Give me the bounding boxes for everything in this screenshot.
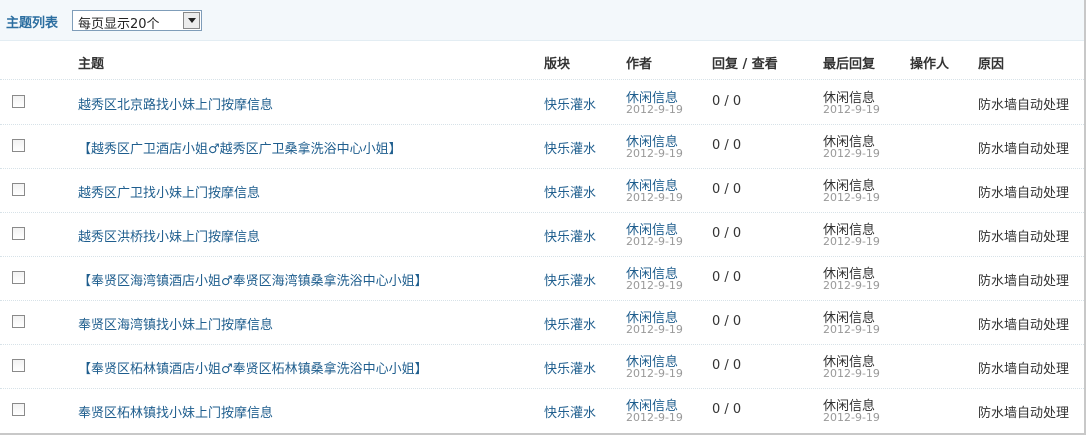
per-page-select[interactable]: 每页显示20个: [72, 10, 202, 32]
row-checkbox[interactable]: [12, 315, 25, 328]
forum-link[interactable]: 快乐灌水: [544, 94, 596, 113]
row-checkbox[interactable]: [12, 139, 25, 152]
forum-link[interactable]: 快乐灌水: [544, 182, 596, 201]
author-date: 2012-9-19: [626, 411, 683, 424]
topic-subject-link[interactable]: 越秀区北京路找小妹上门按摩信息: [78, 94, 273, 113]
topic-subject-link[interactable]: 越秀区洪桥找小妹上门按摩信息: [78, 226, 260, 245]
table-row: 越秀区北京路找小妹上门按摩信息 快乐灌水 休闲信息 2012-9-19 0 / …: [0, 80, 1084, 125]
last-reply-date: 2012-9-19: [823, 147, 880, 160]
reason-text: 防水墙自动处理: [978, 406, 1070, 421]
topic-subject-link[interactable]: 【越秀区广卫酒店小姐♂越秀区广卫桑拿洗浴中心小姐】: [78, 138, 402, 157]
row-checkbox[interactable]: [12, 359, 25, 372]
reason-text: 防水墙自动处理: [978, 230, 1070, 245]
row-checkbox[interactable]: [12, 271, 25, 284]
table-header: 主题 版块 作者 回复 / 查看 最后回复 操作人 原因: [0, 41, 1084, 80]
column-header-author: 作者: [626, 57, 653, 72]
reason-text: 防水墙自动处理: [978, 318, 1070, 333]
topic-subject-link[interactable]: 【奉贤区柘林镇酒店小姐♂奉贤区柘林镇桑拿洗浴中心小姐】: [78, 358, 428, 377]
table-row: 【越秀区广卫酒店小姐♂越秀区广卫桑拿洗浴中心小姐】 快乐灌水 休闲信息 2012…: [0, 124, 1084, 169]
reason-text: 防水墙自动处理: [978, 142, 1070, 157]
last-reply-date: 2012-9-19: [823, 279, 880, 292]
column-header-operator: 操作人: [910, 57, 950, 72]
row-checkbox[interactable]: [12, 95, 25, 108]
last-reply-date: 2012-9-19: [823, 367, 880, 380]
forum-link[interactable]: 快乐灌水: [544, 226, 596, 245]
replies-views-count: 0 / 0: [712, 94, 742, 109]
replies-views-count: 0 / 0: [712, 226, 742, 241]
reason-text: 防水墙自动处理: [978, 186, 1070, 201]
table-row: 【奉贤区海湾镇酒店小姐♂奉贤区海湾镇桑拿洗浴中心小姐】 快乐灌水 休闲信息 20…: [0, 256, 1084, 301]
row-checkbox[interactable]: [12, 183, 25, 196]
column-header-last-reply: 最后回复: [823, 57, 876, 72]
topic-subject-link[interactable]: 奉贤区海湾镇找小妹上门按摩信息: [78, 314, 273, 333]
replies-views-count: 0 / 0: [712, 270, 742, 285]
topic-list-panel: 主题列表 每页显示20个 主题 版块 作者 回复 / 查看 最后回复 操作人 原…: [0, 0, 1086, 435]
row-checkbox[interactable]: [12, 403, 25, 416]
replies-views-count: 0 / 0: [712, 402, 742, 417]
column-header-forum: 版块: [544, 57, 571, 72]
column-header-replies-views: 回复 / 查看: [712, 57, 778, 72]
forum-link[interactable]: 快乐灌水: [544, 314, 596, 333]
reason-text: 防水墙自动处理: [978, 274, 1070, 289]
forum-link[interactable]: 快乐灌水: [544, 270, 596, 289]
last-reply-date: 2012-9-19: [823, 323, 880, 336]
replies-views-count: 0 / 0: [712, 314, 742, 329]
topic-list-toolbar: 主题列表 每页显示20个: [0, 0, 1084, 41]
author-date: 2012-9-19: [626, 235, 683, 248]
author-date: 2012-9-19: [626, 367, 683, 380]
last-reply-date: 2012-9-19: [823, 103, 880, 116]
author-date: 2012-9-19: [626, 191, 683, 204]
replies-views-count: 0 / 0: [712, 182, 742, 197]
author-date: 2012-9-19: [626, 147, 683, 160]
author-date: 2012-9-19: [626, 279, 683, 292]
reason-text: 防水墙自动处理: [978, 362, 1070, 377]
topic-subject-link[interactable]: 越秀区广卫找小妹上门按摩信息: [78, 182, 260, 201]
forum-link[interactable]: 快乐灌水: [544, 138, 596, 157]
forum-link[interactable]: 快乐灌水: [544, 358, 596, 377]
topic-list-title: 主题列表: [6, 16, 59, 31]
chevron-down-icon[interactable]: [183, 12, 200, 29]
table-row: 越秀区洪桥找小妹上门按摩信息 快乐灌水 休闲信息 2012-9-19 0 / 0…: [0, 212, 1084, 257]
last-reply-date: 2012-9-19: [823, 411, 880, 424]
per-page-select-value: 每页显示20个: [78, 17, 160, 32]
author-date: 2012-9-19: [626, 323, 683, 336]
column-header-reason: 原因: [978, 57, 1005, 72]
forum-link[interactable]: 快乐灌水: [544, 402, 596, 421]
row-checkbox[interactable]: [12, 227, 25, 240]
table-row: 奉贤区海湾镇找小妹上门按摩信息 快乐灌水 休闲信息 2012-9-19 0 / …: [0, 300, 1084, 345]
table-row: 【奉贤区柘林镇酒店小姐♂奉贤区柘林镇桑拿洗浴中心小姐】 快乐灌水 休闲信息 20…: [0, 344, 1084, 389]
reason-text: 防水墙自动处理: [978, 98, 1070, 113]
column-header-subject: 主题: [78, 57, 105, 72]
topic-subject-link[interactable]: 【奉贤区海湾镇酒店小姐♂奉贤区海湾镇桑拿洗浴中心小姐】: [78, 270, 428, 289]
replies-views-count: 0 / 0: [712, 138, 742, 153]
last-reply-date: 2012-9-19: [823, 191, 880, 204]
table-row: 奉贤区柘林镇找小妹上门按摩信息 快乐灌水 休闲信息 2012-9-19 0 / …: [0, 388, 1084, 432]
author-date: 2012-9-19: [626, 103, 683, 116]
replies-views-count: 0 / 0: [712, 358, 742, 373]
last-reply-date: 2012-9-19: [823, 235, 880, 248]
table-row: 越秀区广卫找小妹上门按摩信息 快乐灌水 休闲信息 2012-9-19 0 / 0…: [0, 168, 1084, 213]
topic-subject-link[interactable]: 奉贤区柘林镇找小妹上门按摩信息: [78, 402, 273, 421]
